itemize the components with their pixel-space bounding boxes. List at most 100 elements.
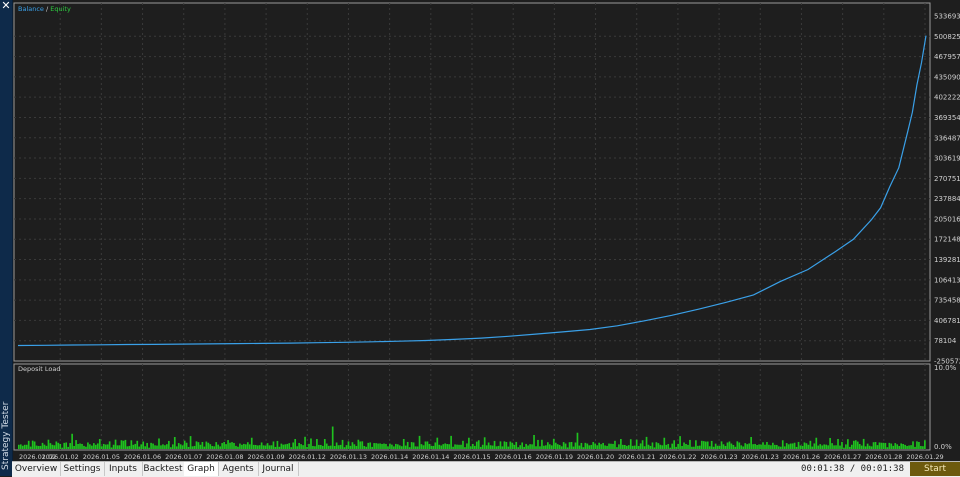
deposit-load-bar <box>629 439 632 449</box>
deposit-load-bar <box>491 445 494 449</box>
deposit-load-bar <box>383 443 385 449</box>
deposit-load-bar <box>381 443 383 449</box>
deposit-load-bar <box>679 436 681 449</box>
tab-settings[interactable]: Settings <box>60 462 105 476</box>
deposit-load-bar <box>98 438 101 449</box>
deposit-load-bar <box>689 439 691 449</box>
deposit-load-bar <box>866 443 869 449</box>
deposit-load-bar <box>292 442 295 449</box>
deposit-load-bar <box>35 445 38 449</box>
deposit-load-bar <box>272 441 275 449</box>
deposit-load-bar <box>554 442 557 449</box>
deposit-load-bar <box>493 440 496 449</box>
close-icon[interactable]: ✕ <box>0 0 12 12</box>
deposit-load-bar <box>533 434 535 449</box>
deposit-load-bar <box>545 445 547 449</box>
deposit-load-bar <box>677 443 679 449</box>
tab-overview[interactable]: Overview <box>12 462 61 476</box>
deposit-load-bar <box>114 439 117 449</box>
deposit-load-bar <box>835 445 837 449</box>
deposit-load-bar <box>695 440 697 449</box>
deposit-load-bar <box>365 446 368 449</box>
deposit-load-bar <box>481 444 484 449</box>
deposit-load-bar <box>470 446 472 449</box>
deposit-load-bar <box>562 442 565 449</box>
x-tick-label: 2026.01.16 <box>495 453 532 461</box>
deposit-load-bar <box>862 438 865 449</box>
deposit-load-bar <box>513 444 516 449</box>
tab-agents[interactable]: Agents <box>218 462 259 476</box>
deposit-load-bar <box>227 440 229 449</box>
x-tick-label: 2026.01.29 <box>906 453 943 461</box>
deposit-load-bar <box>655 442 658 449</box>
start-button[interactable]: Start <box>910 462 960 476</box>
deposit-load-bar <box>369 442 372 449</box>
deposit-load-bar <box>327 445 330 449</box>
deposit-load-bar <box>902 443 904 449</box>
deposit-load-bar <box>653 447 656 449</box>
deposit-load-bar <box>223 441 225 449</box>
deposit-load-bar <box>805 443 808 449</box>
deposit-load-bar <box>306 446 308 449</box>
tab-graph[interactable]: Graph <box>184 462 219 476</box>
deposit-load-bar <box>748 443 751 449</box>
deposit-load-bar <box>241 444 243 449</box>
deposit-load-bar <box>789 443 792 449</box>
deposit-load-bar <box>396 444 399 449</box>
deposit-load-bar <box>588 445 591 449</box>
deposit-load-bar <box>894 443 897 449</box>
deposit-load-bar <box>856 441 859 449</box>
deposit-load-bar <box>347 441 350 449</box>
tab-backtest[interactable]: Backtest <box>142 462 185 476</box>
deposit-load-bar <box>300 444 302 449</box>
deposit-load-bar <box>578 445 581 449</box>
deposit-load-bar <box>479 446 482 449</box>
deposit-load-bar <box>604 445 606 449</box>
deposit-load-bar <box>79 443 81 449</box>
y-tick-label: 3036195 <box>934 155 960 163</box>
deposit-load-bar <box>764 444 766 449</box>
deposit-load-bar <box>19 444 22 449</box>
x-tick-label: 2026.01.20 <box>577 453 614 461</box>
deposit-load-bar <box>702 441 705 449</box>
deposit-load-bar <box>278 446 281 449</box>
deposit-load-bar <box>728 441 731 449</box>
deposit-load-bar <box>519 445 522 449</box>
deposit-load-bar <box>351 442 354 449</box>
tab-journal[interactable]: Journal <box>258 462 299 476</box>
deposit-load-bar <box>868 445 871 449</box>
strategy-tester-label: Strategy Tester <box>1 401 11 470</box>
deposit-load-bar <box>219 446 222 449</box>
deposit-load-bar <box>507 446 510 449</box>
deposit-load-bar <box>183 440 186 449</box>
deposit-load-bar <box>217 444 220 449</box>
deposit-load-bar <box>414 446 417 449</box>
legend-balance: Balance <box>18 5 44 13</box>
deposit-load-bar <box>393 446 395 449</box>
deposit-load-bar <box>185 442 188 449</box>
deposit-load-bar <box>160 445 162 449</box>
deposit-load-bar <box>93 443 95 449</box>
x-tick-label: 2026.01.21 <box>618 453 655 461</box>
y-tick-label: 2050165 <box>934 215 960 223</box>
deposit-load-bar <box>197 442 200 449</box>
deposit-load-bar <box>448 444 450 449</box>
deposit-load-bar <box>209 444 212 449</box>
deposit-load-bar <box>290 447 293 449</box>
tester-tab-bar: Overview Settings Inputs Backtest Graph … <box>12 461 960 477</box>
deposit-load-bar <box>335 442 338 449</box>
deposit-load-bar <box>444 443 447 449</box>
deposit-load-bar <box>468 437 470 449</box>
deposit-load-bar <box>854 440 857 449</box>
deposit-load-bar <box>189 436 192 449</box>
x-tick-label: 2026.01.14 <box>412 453 449 461</box>
deposit-load-bar <box>391 444 393 449</box>
y-tick-label: 1064134 <box>934 276 960 284</box>
deposit-load-bar <box>211 445 214 449</box>
deposit-load-bar <box>750 436 752 449</box>
y-tick-label: 78104 <box>934 337 957 345</box>
deposit-load-bar <box>580 442 583 449</box>
deposit-load-bar <box>112 444 115 449</box>
tab-inputs[interactable]: Inputs <box>104 462 143 476</box>
deposit-load-bar <box>286 443 289 449</box>
